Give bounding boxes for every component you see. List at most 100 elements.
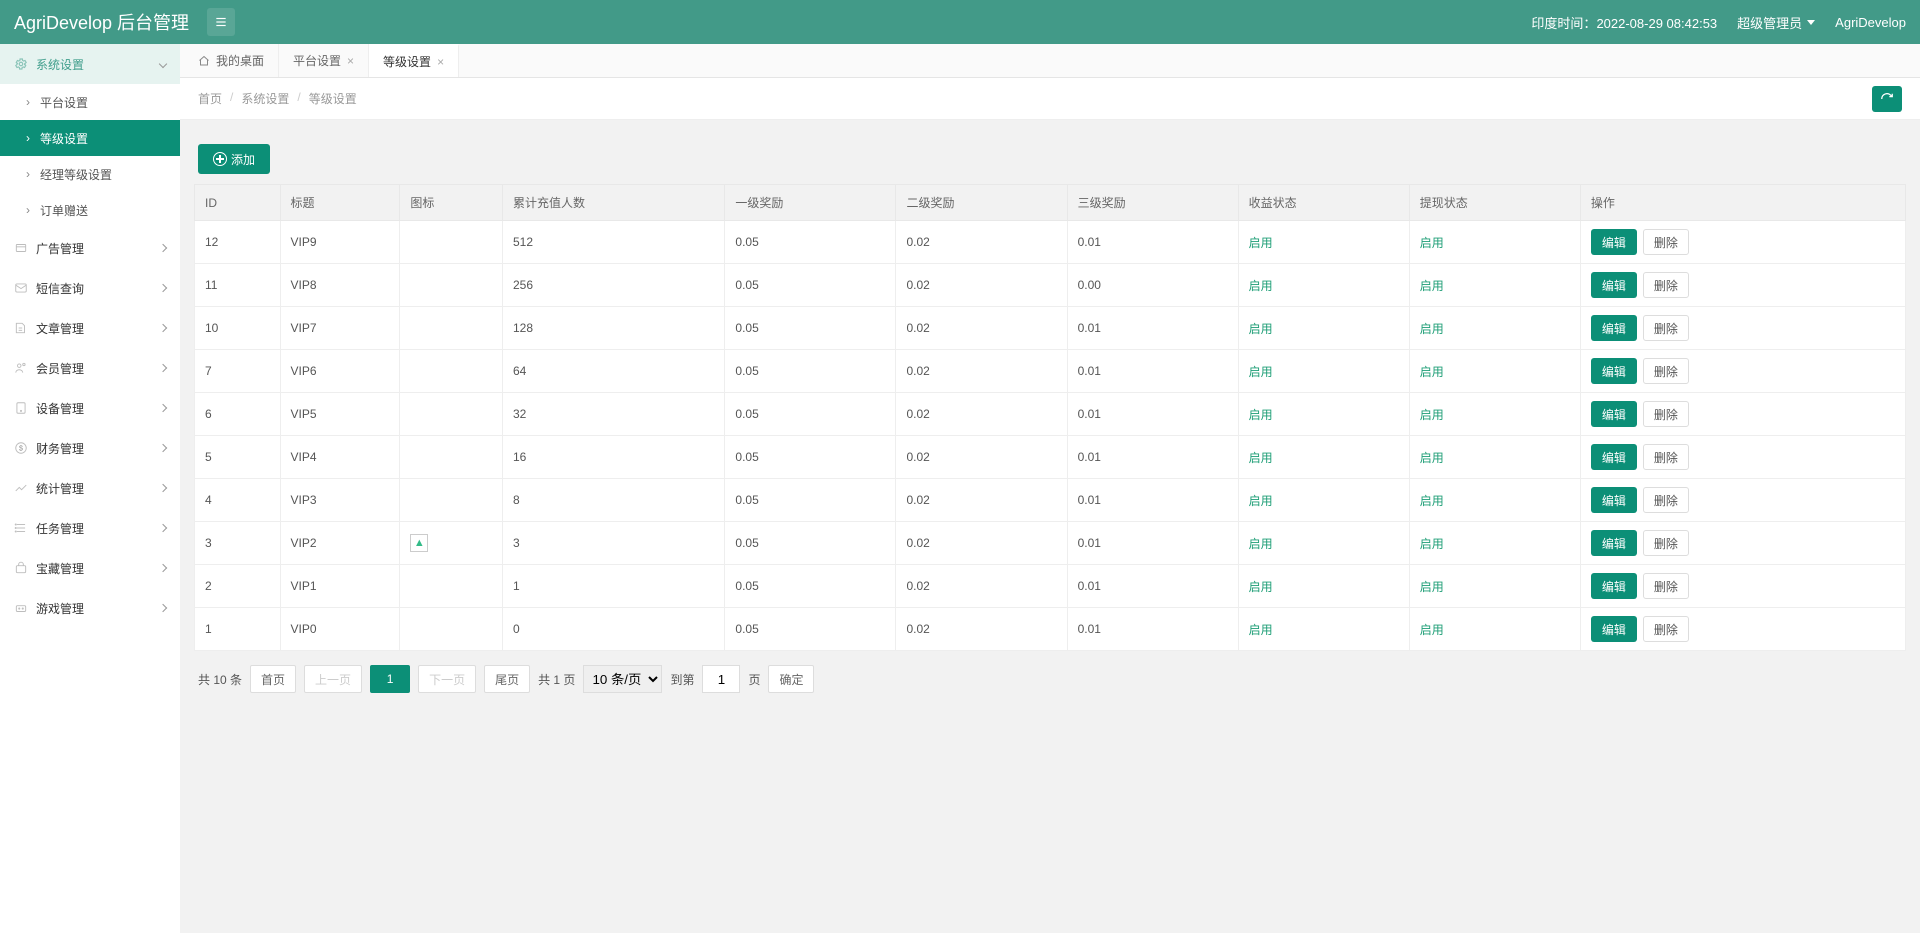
delete-button[interactable]: 删除 [1643, 401, 1689, 427]
pager-total: 共 10 条 [198, 671, 242, 688]
refresh-icon [1880, 92, 1894, 106]
cell [400, 608, 503, 651]
status-badge: 启用 [1249, 580, 1273, 594]
crumb-首页[interactable]: 首页 [198, 90, 222, 107]
cell: 3 [195, 522, 281, 565]
cell: 0.01 [1067, 393, 1238, 436]
delete-button[interactable]: 删除 [1643, 358, 1689, 384]
sidebar-menu-任务管理[interactable]: 任务管理 [0, 508, 180, 548]
menu-icon [14, 321, 28, 335]
status-badge: 启用 [1249, 451, 1273, 465]
sidebar-item-经理等级设置[interactable]: 经理等级设置 [0, 156, 180, 192]
edit-button[interactable]: 编辑 [1591, 573, 1637, 599]
col-提现状态: 提现状态 [1409, 185, 1580, 221]
pager-last[interactable]: 尾页 [484, 665, 530, 693]
edit-button[interactable]: 编辑 [1591, 272, 1637, 298]
sidebar-item-订单赠送[interactable]: 订单赠送 [0, 192, 180, 228]
menu-icon [14, 521, 28, 535]
pager-first[interactable]: 首页 [250, 665, 296, 693]
cell: 0.01 [1067, 221, 1238, 264]
cell: VIP0 [280, 608, 400, 651]
user-menu[interactable]: 超级管理员 [1737, 13, 1815, 32]
edit-button[interactable]: 编辑 [1591, 315, 1637, 341]
tab-label: 我的桌面 [216, 52, 264, 69]
sidebar-menu-统计管理[interactable]: 统计管理 [0, 468, 180, 508]
status-badge: 启用 [1249, 365, 1273, 379]
cell-actions: 编辑删除 [1580, 608, 1905, 651]
crumb-系统设置[interactable]: 系统设置 [241, 90, 289, 107]
page-size-select[interactable]: 10 条/页 [583, 665, 662, 693]
breadcrumb: 首页/系统设置/等级设置 [198, 90, 357, 107]
status-badge: 启用 [1249, 537, 1273, 551]
edit-button[interactable]: 编辑 [1591, 616, 1637, 642]
pager-prev[interactable]: 上一页 [304, 665, 362, 693]
pager-confirm[interactable]: 确定 [768, 665, 814, 693]
add-button[interactable]: 添加 [198, 144, 270, 174]
table-row: 2VIP110.050.020.01启用启用编辑删除 [195, 565, 1906, 608]
status-badge: 启用 [1420, 580, 1444, 594]
pager-page-1[interactable]: 1 [370, 665, 410, 693]
col-累计充值人数: 累计充值人数 [502, 185, 724, 221]
sidebar-group-system[interactable]: 系统设置 [0, 44, 180, 84]
sidebar-menu-游戏管理[interactable]: 游戏管理 [0, 588, 180, 628]
edit-button[interactable]: 编辑 [1591, 444, 1637, 470]
menu-icon [14, 281, 28, 295]
pager-next[interactable]: 下一页 [418, 665, 476, 693]
cell: VIP3 [280, 479, 400, 522]
user-role-label: 超级管理员 [1737, 13, 1802, 32]
cell [400, 350, 503, 393]
delete-button[interactable]: 删除 [1643, 487, 1689, 513]
refresh-button[interactable] [1872, 86, 1902, 112]
chevron-right-icon [159, 524, 167, 532]
sidebar-item-平台设置[interactable]: 平台设置 [0, 84, 180, 120]
tabs-bar: 我的桌面平台设置×等级设置× [180, 44, 1920, 78]
sidebar-menu-会员管理[interactable]: 会员管理 [0, 348, 180, 388]
cell: VIP4 [280, 436, 400, 479]
menu-label: 统计管理 [36, 480, 84, 497]
delete-button[interactable]: 删除 [1643, 229, 1689, 255]
pager-pages-text: 共 1 页 [538, 671, 575, 688]
cell: 0.01 [1067, 522, 1238, 565]
edit-button[interactable]: 编辑 [1591, 487, 1637, 513]
sidebar-toggle-button[interactable] [207, 8, 235, 36]
sidebar-item-等级设置[interactable]: 等级设置 [0, 120, 180, 156]
edit-button[interactable]: 编辑 [1591, 358, 1637, 384]
delete-button[interactable]: 删除 [1643, 272, 1689, 298]
menu-label: 会员管理 [36, 360, 84, 377]
delete-button[interactable]: 删除 [1643, 444, 1689, 470]
tab-平台设置[interactable]: 平台设置× [279, 44, 369, 77]
cell: ▲ [400, 522, 503, 565]
chevron-right-icon [159, 324, 167, 332]
cell: 启用 [1409, 264, 1580, 307]
cell-actions: 编辑删除 [1580, 264, 1905, 307]
cell: 32 [502, 393, 724, 436]
sidebar-menu-短信查询[interactable]: 短信查询 [0, 268, 180, 308]
pager-goto-input[interactable] [702, 665, 740, 693]
tab-close-icon[interactable]: × [437, 55, 444, 69]
delete-button[interactable]: 删除 [1643, 573, 1689, 599]
cell: 启用 [1238, 522, 1409, 565]
chevron-right-icon [159, 404, 167, 412]
cell: 0.05 [725, 264, 896, 307]
cell: 0.01 [1067, 565, 1238, 608]
tab-等级设置[interactable]: 等级设置× [369, 44, 459, 77]
edit-button[interactable]: 编辑 [1591, 401, 1637, 427]
delete-button[interactable]: 删除 [1643, 530, 1689, 556]
sidebar-menu-设备管理[interactable]: 设备管理 [0, 388, 180, 428]
status-badge: 启用 [1249, 322, 1273, 336]
sidebar-menu-财务管理[interactable]: $财务管理 [0, 428, 180, 468]
chevron-right-icon [159, 444, 167, 452]
edit-button[interactable]: 编辑 [1591, 229, 1637, 255]
data-table: ID标题图标累计充值人数一级奖励二级奖励三级奖励收益状态提现状态操作 12VIP… [194, 184, 1906, 651]
edit-button[interactable]: 编辑 [1591, 530, 1637, 556]
sidebar-menu-文章管理[interactable]: 文章管理 [0, 308, 180, 348]
sidebar-menu-广告管理[interactable]: 广告管理 [0, 228, 180, 268]
sidebar-menu-宝藏管理[interactable]: 宝藏管理 [0, 548, 180, 588]
tab-close-icon[interactable]: × [347, 54, 354, 68]
delete-button[interactable]: 删除 [1643, 616, 1689, 642]
table-row: 4VIP380.050.020.01启用启用编辑删除 [195, 479, 1906, 522]
tab-我的桌面[interactable]: 我的桌面 [184, 44, 279, 77]
status-badge: 启用 [1420, 279, 1444, 293]
delete-button[interactable]: 删除 [1643, 315, 1689, 341]
col-标题: 标题 [280, 185, 400, 221]
